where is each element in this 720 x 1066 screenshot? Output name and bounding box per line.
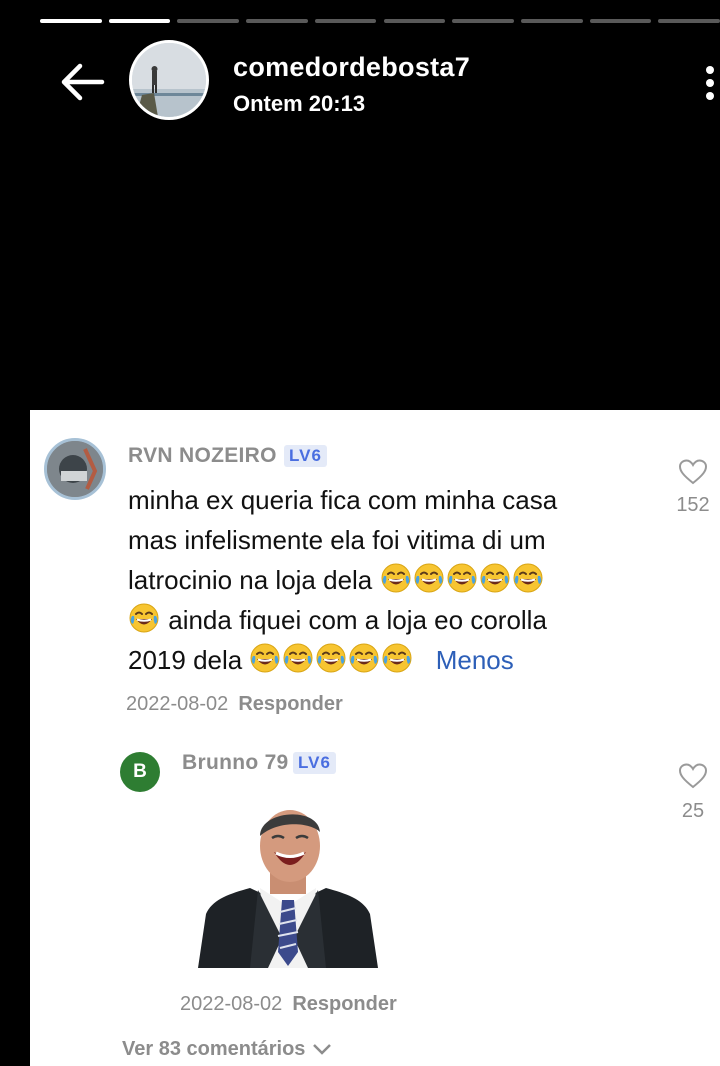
back-arrow-icon[interactable]	[58, 60, 106, 104]
laughing-emoji-icon	[381, 563, 411, 593]
like-count: 25	[681, 800, 705, 822]
like-heart-icon[interactable]	[678, 762, 708, 790]
comment-line: mas infelismente ela foi vitima di um	[128, 525, 546, 555]
laughing-emoji-icon	[414, 563, 444, 593]
comment-avatar[interactable]: B	[120, 752, 160, 792]
progress-segment	[658, 19, 720, 23]
comment-meta: 2022-08-02 Responder	[126, 693, 343, 716]
progress-segment	[383, 19, 446, 23]
laughing-man-sticker	[198, 810, 378, 968]
comment-author[interactable]: Brunno 79	[182, 751, 289, 775]
comment-text: minha ex queria fica com minha casa mas …	[128, 480, 648, 680]
progress-segment	[520, 19, 583, 23]
level-badge: LV6	[293, 752, 336, 774]
progress-segment	[177, 19, 240, 23]
comment-line-text: ainda fiquei com a loja eo corolla	[168, 605, 547, 635]
laughing-emoji-icon	[382, 643, 412, 673]
progress-segment	[108, 19, 171, 23]
comment-line: 2019 dela Menos	[128, 640, 648, 680]
comment-meta: 2022-08-02 Responder	[180, 993, 397, 1016]
laughing-emoji-group	[249, 643, 414, 675]
story-timestamp: Ontem 20:13	[233, 91, 366, 116]
comment-line: latrocinio na loja dela	[128, 560, 648, 600]
story-username[interactable]: comedordebosta7	[233, 52, 470, 83]
reply-button[interactable]: Responder	[238, 693, 342, 715]
comment-screenshot: RVN NOZEIRO LV6 minha ex queria fica com…	[30, 410, 720, 1066]
comment-line-text: 2019 dela	[128, 645, 243, 675]
comment-date: 2022-08-02	[180, 993, 283, 1015]
like-count: 152	[676, 494, 710, 516]
story-avatar[interactable]	[129, 40, 209, 120]
laughing-emoji-icon	[316, 643, 346, 673]
laughing-emoji-icon	[480, 563, 510, 593]
laughing-emoji-icon	[283, 643, 313, 673]
view-more-comments[interactable]: Ver 83 comentários	[122, 1038, 333, 1061]
laughing-emoji-group	[380, 563, 545, 595]
progress-segment	[589, 19, 652, 23]
chevron-down-icon	[313, 1044, 331, 1055]
laughing-emoji-icon	[349, 643, 379, 673]
comment-author[interactable]: RVN NOZEIRO	[128, 444, 277, 468]
laughing-emoji-icon	[129, 603, 159, 633]
progress-segment	[40, 19, 102, 23]
progress-segment	[314, 19, 377, 23]
level-badge: LV6	[284, 445, 327, 467]
comment-line-text: latrocinio na loja dela	[128, 565, 373, 595]
reply-button[interactable]: Responder	[292, 993, 396, 1015]
view-more-label: Ver 83 comentários	[122, 1038, 306, 1060]
more-options-icon[interactable]	[700, 66, 720, 106]
progress-segment	[246, 19, 308, 23]
story-progress	[40, 19, 720, 23]
comment-date: 2022-08-02	[126, 693, 229, 715]
laughing-emoji-icon	[250, 643, 280, 673]
laughing-emoji-group	[128, 603, 161, 635]
like-heart-icon[interactable]	[678, 458, 708, 486]
comment-avatar[interactable]	[44, 438, 106, 500]
collapse-link[interactable]: Menos	[436, 645, 514, 675]
comment-line: minha ex queria fica com minha casa	[128, 485, 558, 515]
laughing-emoji-icon	[513, 563, 543, 593]
laughing-emoji-icon	[447, 563, 477, 593]
progress-segment	[452, 19, 514, 23]
comment-line: ainda fiquei com a loja eo corolla	[128, 600, 648, 640]
